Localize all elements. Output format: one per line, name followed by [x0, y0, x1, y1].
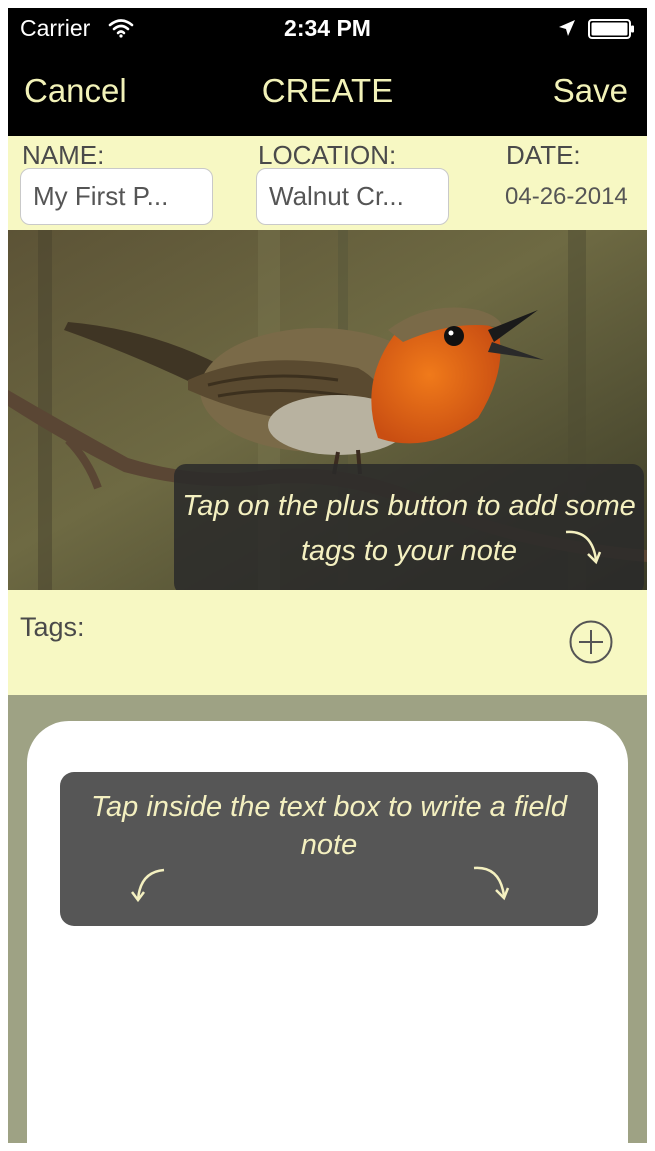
- plus-circle-icon[interactable]: [569, 620, 613, 664]
- location-label: LOCATION:: [258, 140, 397, 170]
- note-tip-text: Tap inside the text box to write a field…: [90, 791, 568, 861]
- save-button[interactable]: Save: [553, 72, 628, 110]
- location-arrow-icon: [559, 20, 575, 36]
- name-field-value: My First P...: [33, 181, 169, 211]
- curved-arrow-down-icon: [565, 530, 602, 565]
- location-field-value: Walnut Cr...: [269, 181, 404, 211]
- note-area: Tap inside the text box to write a field…: [8, 695, 647, 1143]
- bird-photo: Tap on the plus button to add some tags …: [8, 230, 647, 590]
- name-label: NAME:: [22, 140, 105, 170]
- tags-panel: Tags:: [8, 590, 647, 695]
- curved-arrow-left-icon: [131, 868, 165, 903]
- date-label: DATE:: [506, 140, 581, 170]
- cancel-button[interactable]: Cancel: [24, 72, 127, 110]
- curved-arrow-right-icon: [473, 866, 510, 901]
- tags-tip-overlay: Tap on the plus button to add some tags …: [174, 464, 644, 590]
- location-field[interactable]: Walnut Cr...: [256, 168, 449, 225]
- status-bar: Carrier 2:34 PM: [8, 8, 647, 48]
- note-details-panel: NAME: My First P... LOCATION: Walnut Cr.…: [8, 136, 647, 230]
- clock-time: 2:34 PM: [284, 15, 371, 41]
- date-value: 04-26-2014: [505, 183, 628, 210]
- note-tip-overlay: Tap inside the text box to write a field…: [60, 772, 598, 926]
- tags-label: Tags:: [20, 612, 85, 642]
- app-screen: Carrier 2:34 PM Cancel CREATE Save NAME:…: [8, 8, 647, 1143]
- name-field[interactable]: My First P...: [20, 168, 213, 225]
- navigation-bar: Cancel CREATE Save: [8, 48, 647, 136]
- battery-icon: [588, 19, 634, 39]
